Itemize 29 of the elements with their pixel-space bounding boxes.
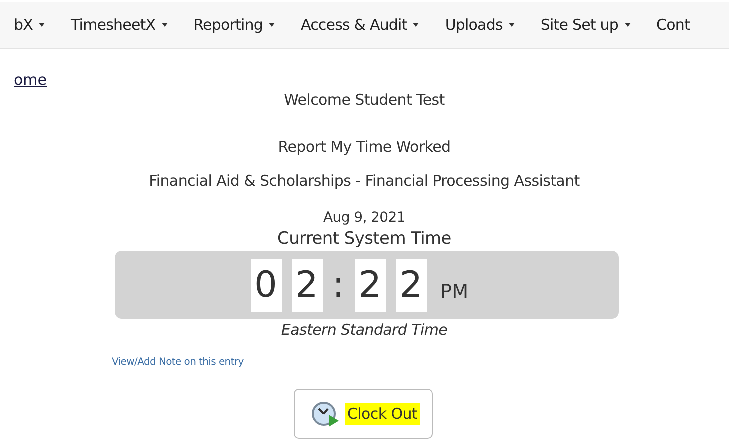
- page-heading: Report My Time Worked: [278, 138, 451, 156]
- position-text: Financial Aid & Scholarships - Financial Processing Assistant: [149, 172, 580, 190]
- home-link[interactable]: ome: [14, 71, 48, 89]
- clock-digit: 2: [396, 258, 427, 312]
- caret-icon: [624, 23, 630, 27]
- caret-icon: [413, 23, 420, 27]
- date-text: Aug 9, 2021: [324, 210, 406, 226]
- nav-menu-item[interactable]: Cont: [644, 16, 703, 34]
- clock-title: Current System Time: [278, 229, 452, 249]
- clock-digit: 2: [292, 258, 322, 312]
- clock-digit: 0: [250, 258, 282, 312]
- nav-menu-item[interactable]: Uploads: [432, 16, 528, 34]
- nav-menu-item[interactable]: Access & Audit: [288, 16, 432, 34]
- note-link[interactable]: View/Add Note on this entry: [112, 357, 244, 368]
- nav-menu-item[interactable]: Site Set up: [528, 16, 644, 34]
- clock-icon: [311, 400, 342, 428]
- caret-icon: [162, 23, 168, 27]
- clock-separator: :: [332, 264, 345, 306]
- caret-icon: [39, 23, 45, 27]
- meridiem-text: PM: [440, 281, 468, 303]
- nav-menu-item[interactable]: Reporting: [180, 16, 288, 34]
- nav-menu-item[interactable]: TimesheetX: [58, 16, 181, 34]
- clock-digit: 2: [354, 258, 386, 312]
- nav-menu-item[interactable]: bX: [0, 16, 58, 34]
- clock-out-button[interactable]: Clock Out: [294, 389, 432, 439]
- timezone-text: Eastern Standard Time: [281, 321, 448, 339]
- welcome-text: Welcome Student Test: [284, 91, 445, 109]
- caret-icon: [268, 23, 275, 27]
- caret-icon: [508, 23, 515, 27]
